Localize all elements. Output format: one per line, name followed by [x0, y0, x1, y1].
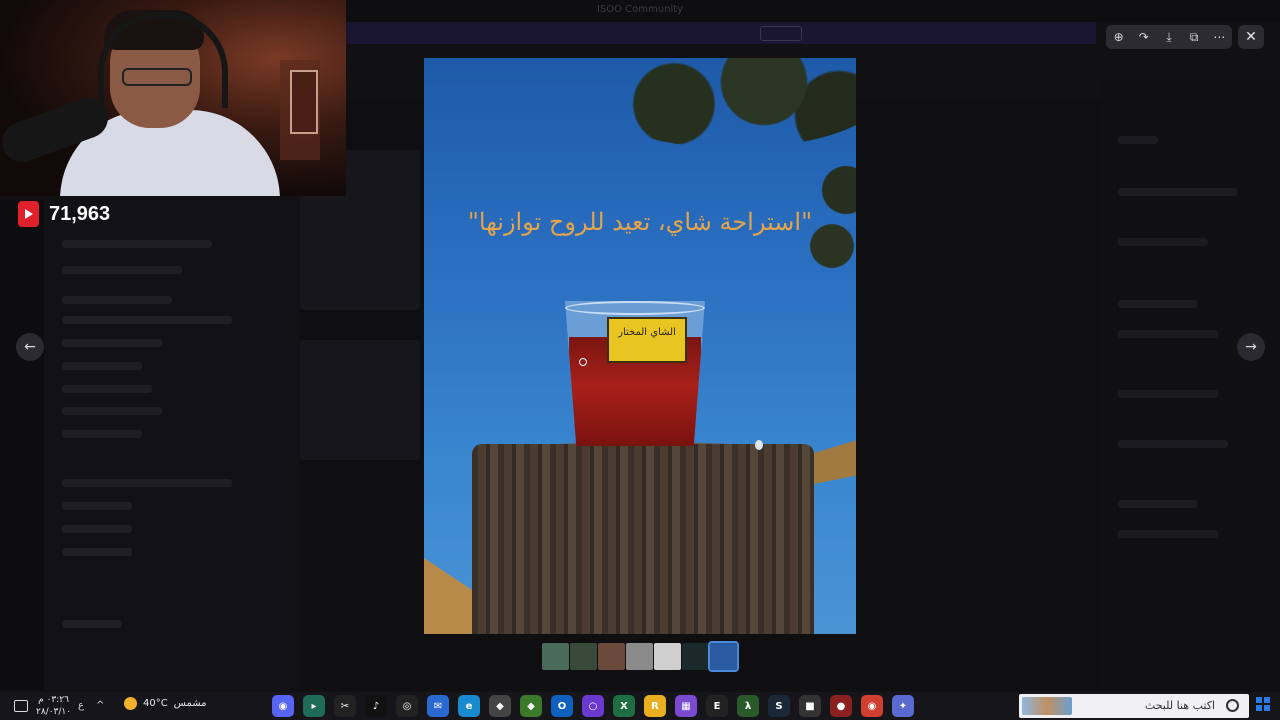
edge-icon[interactable]: e [458, 695, 480, 717]
channel-item [62, 296, 172, 304]
outlook-icon[interactable]: O [551, 695, 573, 717]
channel-item [62, 339, 162, 347]
obs-icon[interactable]: ◎ [396, 695, 418, 717]
previous-image-button[interactable]: ← [16, 333, 44, 361]
wooden-post [472, 444, 814, 634]
thumbnail-1[interactable] [542, 643, 569, 670]
app-icon-2[interactable]: ▸ [303, 695, 325, 717]
channel-item [62, 502, 132, 510]
channel-item [62, 240, 212, 248]
member-item [1118, 188, 1238, 196]
sun-icon [124, 697, 137, 710]
wall-frame [290, 70, 318, 134]
chrome-icon[interactable]: ◉ [861, 695, 883, 717]
channel-item [62, 548, 132, 556]
cursor [579, 358, 587, 366]
channel-item [62, 479, 232, 487]
open-external-icon[interactable]: ⧉ [1185, 28, 1203, 46]
weather-temp: 40°C [143, 698, 168, 709]
channel-item [62, 430, 142, 438]
member-item [1118, 530, 1218, 538]
weather-text: مشمس [173, 698, 207, 709]
epic-icon[interactable]: E [706, 695, 728, 717]
windows-start-icon[interactable] [1256, 697, 1270, 711]
thumbnail-5[interactable] [654, 643, 681, 670]
thumbnail-7[interactable] [708, 641, 739, 672]
tree-leaves [584, 58, 856, 148]
channel-item [62, 525, 132, 533]
member-list [1100, 80, 1280, 690]
member-item [1118, 390, 1218, 398]
forward-icon[interactable]: ↷ [1135, 28, 1153, 46]
zoom-icon[interactable]: ⊕ [1110, 28, 1128, 46]
viewer-count: 71,963 [49, 202, 111, 225]
app-icon-8[interactable]: ◆ [489, 695, 511, 717]
channel-item [62, 385, 152, 393]
chat-embed [300, 340, 420, 460]
thumbnail-strip [542, 641, 739, 672]
next-image-button[interactable]: → [1237, 333, 1265, 361]
webcam-overlay [0, 0, 346, 196]
app-icon-18[interactable]: ■ [799, 695, 821, 717]
member-item [1118, 500, 1198, 508]
member-item [1118, 440, 1228, 448]
mail-icon[interactable]: ✉ [427, 695, 449, 717]
viewer-badge: 71,963 [18, 201, 110, 227]
clock-date: ٢٨/٠٣/١٠ [36, 707, 72, 717]
tiktok-icon[interactable]: ♪ [365, 695, 387, 717]
capcut-icon[interactable]: ✂ [334, 695, 356, 717]
notice-banner [346, 22, 1096, 44]
image-quote-text: "استراحة شاي، تعيد للروح توازنها" [467, 208, 813, 236]
more-icon[interactable]: ⋯ [1210, 28, 1228, 46]
channel-item [62, 620, 122, 628]
member-item [1118, 136, 1158, 144]
clock-time: ٠٣:٢٦ م [38, 695, 69, 705]
thumbnail-3[interactable] [598, 643, 625, 670]
thumbnail-4[interactable] [626, 643, 653, 670]
server-rail [0, 200, 44, 690]
tray-expand-icon[interactable]: ^ [96, 700, 104, 711]
channel-item [62, 316, 232, 324]
app-icon-11[interactable]: ○ [582, 695, 604, 717]
download-icon[interactable]: ⤓ [1160, 28, 1178, 46]
search-placeholder: اكتب هنا للبحث [1144, 699, 1215, 712]
excel-icon[interactable]: X [613, 695, 635, 717]
youtube-icon [18, 201, 39, 227]
channel-item [62, 362, 142, 370]
search-highlight-image [1022, 697, 1072, 715]
thumbnail-2[interactable] [570, 643, 597, 670]
channel-item [62, 407, 162, 415]
copilot-icon[interactable]: ✦ [892, 695, 914, 717]
member-item [1118, 300, 1198, 308]
taskbar-search[interactable]: اكتب هنا للبحث [1019, 694, 1249, 718]
glass-rim [565, 301, 705, 315]
notice-banner-button [760, 26, 802, 41]
thumbnail-6[interactable] [682, 643, 709, 670]
media-toolbar: ⊕ ↷ ⤓ ⧉ ⋯ [1106, 25, 1232, 49]
member-item [1118, 330, 1218, 338]
close-viewer-button[interactable]: ✕ [1238, 25, 1264, 49]
media-image: "استراحة شاي، تعيد للروح توازنها" الشاي … [424, 58, 856, 634]
glass-label: الشاي المختار [607, 317, 687, 363]
app-icon-9[interactable]: ◆ [520, 695, 542, 717]
taskbar-apps: ◉ ▸ ✂ ♪ ◎ ✉ e ◆ ◆ O ○ X R ▦ Eλ S ■ ● ◉ ✦ [272, 695, 914, 717]
member-item [1118, 238, 1208, 246]
rockstar-icon[interactable]: R [644, 695, 666, 717]
language-indicator[interactable]: ع [78, 700, 84, 711]
notification-icon[interactable] [14, 700, 28, 712]
app-icon-19[interactable]: ● [830, 695, 852, 717]
balloon [755, 440, 763, 450]
channel-item [62, 266, 182, 274]
app-icon-16[interactable]: λ [737, 695, 759, 717]
search-icon [1226, 699, 1239, 712]
weather-widget[interactable]: 40°C مشمس [124, 697, 207, 710]
app-icon-14[interactable]: ▦ [675, 695, 697, 717]
steam-icon[interactable]: S [768, 695, 790, 717]
discord-icon[interactable]: ◉ [272, 695, 294, 717]
headset [98, 12, 228, 108]
clock[interactable]: ٠٣:٢٦ م ٢٨/٠٣/١٠ [36, 694, 71, 718]
